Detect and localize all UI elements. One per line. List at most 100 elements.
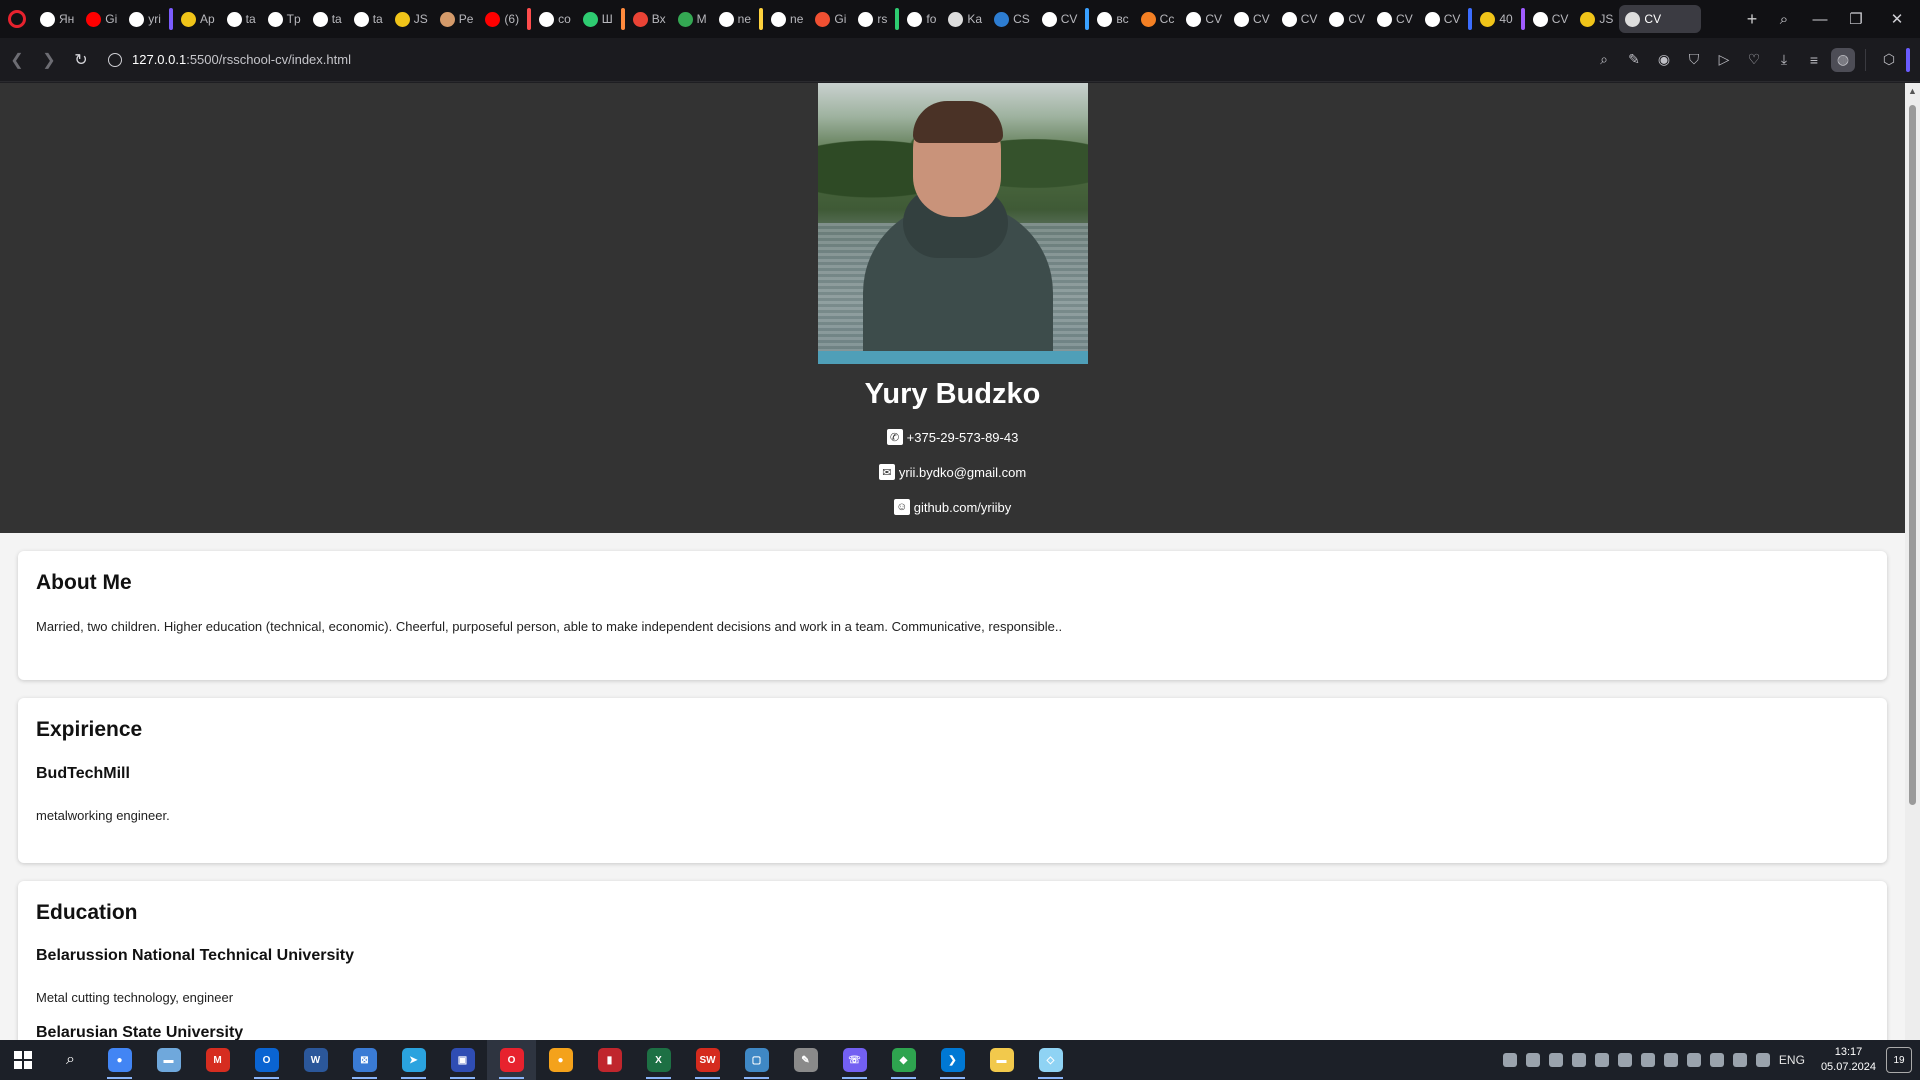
taskbar-app-chromium-app[interactable]: ● [536, 1040, 585, 1080]
tab-group-indicator[interactable] [1468, 8, 1473, 30]
browser-tab[interactable]: вс [1091, 5, 1134, 33]
taskbar-app-git-app[interactable]: ◆ [879, 1040, 928, 1080]
tray-app-icon[interactable] [1548, 1053, 1563, 1067]
taskbar-app-save-app[interactable]: ▣ [438, 1040, 487, 1080]
new-tab-button[interactable]: + [1738, 5, 1766, 33]
tab-group-indicator[interactable] [759, 8, 764, 30]
browser-tab[interactable]: fo [901, 5, 942, 33]
play-icon[interactable]: ▷ [1711, 46, 1737, 74]
network-icon[interactable] [1732, 1053, 1747, 1067]
camera-icon[interactable]: ◉ [1651, 46, 1677, 74]
taskbar-app-m-app[interactable]: M [193, 1040, 242, 1080]
outlook-tray-icon[interactable] [1686, 1053, 1701, 1067]
tab-group-indicator[interactable] [620, 8, 625, 30]
taskbar-app-viber[interactable]: ☏ [830, 1040, 879, 1080]
browser-tab[interactable]: ta [307, 5, 348, 33]
taskbar-app-word[interactable]: W [291, 1040, 340, 1080]
browser-tab[interactable]: JS [389, 5, 434, 33]
browser-tab[interactable]: CV [1276, 5, 1324, 33]
forward-button[interactable]: ❯ [34, 45, 64, 75]
contact-email[interactable]: ✉ yrii.bydko@gmail.com [878, 464, 1026, 480]
browser-tab[interactable]: Ш [577, 5, 619, 33]
download-icon[interactable]: ⤓ [1771, 46, 1797, 74]
notification-center-button[interactable]: 19 [1886, 1047, 1912, 1073]
browser-tab[interactable]: ne [765, 5, 809, 33]
contact-github[interactable]: ☺ github.com/yriiby [893, 499, 1011, 515]
tab-group-indicator[interactable] [1085, 8, 1090, 30]
browser-tab[interactable]: 40 [1474, 5, 1518, 33]
browser-tab[interactable]: CV [1228, 5, 1276, 33]
start-button[interactable] [0, 1040, 46, 1080]
browser-tab[interactable]: Ka [942, 5, 988, 33]
cloud-icon[interactable] [1502, 1053, 1517, 1067]
taskbar-app-files[interactable]: ▬ [977, 1040, 1026, 1080]
browser-tab[interactable]: Gi [80, 5, 123, 33]
browser-tab[interactable]: CV [1323, 5, 1371, 33]
minimize-button[interactable]: — [1802, 0, 1838, 38]
shield-icon[interactable]: ⛉ [1681, 46, 1707, 74]
menu-icon[interactable]: ≡ [1801, 46, 1827, 74]
mail-tray-icon[interactable] [1571, 1053, 1586, 1067]
taskbar-app-solidworks[interactable]: SW [683, 1040, 732, 1080]
opera-menu-button[interactable] [0, 0, 34, 38]
taskbar-app-tablet-app[interactable]: ▬ [144, 1040, 193, 1080]
taskbar-app-notes-app[interactable]: ◇ [1026, 1040, 1075, 1080]
pen-tray-icon[interactable] [1709, 1053, 1724, 1067]
browser-tab[interactable]: Tp [262, 5, 307, 33]
page-scrollbar[interactable]: ▲ [1905, 83, 1920, 1040]
browser-tab[interactable]: CV [1527, 5, 1575, 33]
browser-tab[interactable]: Gi [809, 5, 852, 33]
cube-icon[interactable]: ⬡ [1876, 46, 1902, 74]
taskbar-app-chrome[interactable]: ● [95, 1040, 144, 1080]
browser-tab[interactable]: (6) [479, 5, 525, 33]
close-window-button[interactable]: ✕ [1874, 0, 1920, 38]
browser-tab[interactable]: CS [988, 5, 1036, 33]
back-button[interactable]: ❮ [2, 45, 32, 75]
active-browser-tab[interactable]: CV [1619, 5, 1702, 33]
browser-tab[interactable]: Вх [627, 5, 672, 33]
browser-tab[interactable]: ne [713, 5, 757, 33]
tray-app-icon[interactable] [1594, 1053, 1609, 1067]
taskbar-app-vscode[interactable]: ❯ [928, 1040, 977, 1080]
clock[interactable]: 13:17 05.07.2024 [1821, 1045, 1876, 1075]
browser-tab[interactable]: JS [1574, 5, 1619, 33]
language-indicator[interactable]: ENG [1779, 1053, 1805, 1067]
browser-tab[interactable]: co [533, 5, 577, 33]
browser-tab[interactable]: M [672, 5, 713, 33]
browser-tab[interactable]: rs [852, 5, 893, 33]
tab-search-icon[interactable]: ⌕ [1766, 0, 1802, 38]
viber-tray-icon[interactable] [1663, 1053, 1678, 1067]
edit-icon[interactable]: ✎ [1621, 46, 1647, 74]
taskbar-app-reader-app[interactable]: ▮ [585, 1040, 634, 1080]
browser-tab[interactable]: Pe [434, 5, 480, 33]
tab-group-indicator[interactable] [895, 8, 900, 30]
taskbar-app-outlook[interactable]: O [242, 1040, 291, 1080]
browser-tab[interactable]: CV [1180, 5, 1228, 33]
browser-tab[interactable]: Cc [1135, 5, 1181, 33]
browser-tab[interactable]: ta [221, 5, 262, 33]
tray-app-icon[interactable] [1525, 1053, 1540, 1067]
reload-button[interactable]: ↻ [66, 45, 96, 75]
address-field[interactable]: 127.0.0.1:5500/rsschool-cv/index.html [108, 45, 351, 75]
browser-tab[interactable]: CV [1371, 5, 1419, 33]
restore-button[interactable]: ❐ [1838, 0, 1874, 38]
browser-tab[interactable]: Ap [175, 5, 221, 33]
browser-tab[interactable]: yri [123, 5, 167, 33]
scrollbar-thumb[interactable] [1909, 105, 1916, 805]
browser-tab[interactable]: CV [1419, 5, 1467, 33]
taskbar-app-excel[interactable]: X [634, 1040, 683, 1080]
scroll-up-icon[interactable]: ▲ [1905, 83, 1920, 98]
tab-group-indicator[interactable] [1520, 8, 1525, 30]
profile-icon[interactable]: ◍ [1831, 47, 1855, 72]
tab-group-indicator[interactable] [527, 8, 532, 30]
browser-tab[interactable]: ta [348, 5, 389, 33]
taskbar-app-remote-app[interactable]: ⊠ [340, 1040, 389, 1080]
tray-app-icon[interactable] [1640, 1053, 1655, 1067]
taskbar-app-window-app[interactable]: ▢ [732, 1040, 781, 1080]
contact-phone[interactable]: ✆ +375-29-573-89-43 [886, 429, 1018, 445]
volume-icon[interactable] [1755, 1053, 1770, 1067]
tab-group-indicator[interactable] [168, 8, 173, 30]
taskbar-app-telegram[interactable]: ➤ [389, 1040, 438, 1080]
taskbar-app-notepad-app[interactable]: ✎ [781, 1040, 830, 1080]
browser-tab[interactable]: CV [1036, 5, 1084, 33]
